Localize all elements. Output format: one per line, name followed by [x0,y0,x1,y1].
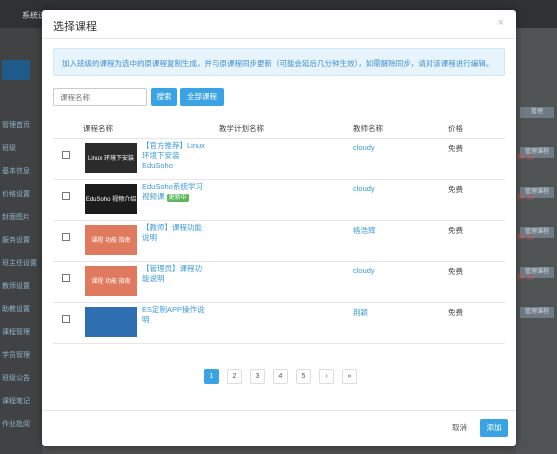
background-sidebar-item: 课程笔记 [2,398,30,405]
course-price: 免费 [448,308,463,317]
teacher-name-link[interactable]: 格浩辉 [353,225,376,236]
course-row: ES定制APP操作说明 荆颖 免费 [53,303,505,344]
background-sidebar-item: 基本信息 [2,168,30,175]
background-sidebar-item: 封面图片 [2,214,30,221]
column-header-course: 课程名称 [83,124,113,133]
background-sidebar-item: 助教设置 [2,306,30,313]
select-course-modal: 选择课程 × 加入班级的课程为选中的原课程复制生成，并与原课程同步更新（可能会延… [42,10,516,446]
pagination-item[interactable]: » [342,369,357,384]
course-name-search-input[interactable] [53,88,147,106]
course-price: 免费 [448,267,463,276]
modal-header: 选择课程 × [42,10,516,39]
background-sidebar-item: 班级公告 [2,375,30,382]
course-price: 免费 [448,185,463,194]
sync-notice: 加入班级的课程为选中的原课程复制生成，并与原课程同步更新（可能会延后几分钟生效）… [53,48,505,76]
background-sidebar-item: 作业批阅 [2,421,30,428]
course-thumbnail-text: EduSoho 视频介绍 [85,197,137,203]
course-name-link[interactable]: ES定制APP操作说明 [142,305,208,325]
background-sidebar-item: 教师设置 [2,283,30,290]
teacher-name-link[interactable]: 荆颖 [353,307,368,318]
course-row: Linux 环境下安装 【官方推荐】Linux环境下安装EduSoho cloudy… [53,139,505,180]
background-sidebar-item: 班主任设置 [2,260,37,267]
course-thumbnail: EduSoho 视频介绍 [85,184,137,214]
course-row: 课程 功能 指南 【教师】课程功能说明 格浩辉 免费 [53,221,505,262]
background-sidebar-item: 学员管理 [2,352,30,359]
background-manage-button: 管理课程 [520,307,554,318]
course-checkbox[interactable] [62,233,70,241]
course-name-text: 【管理员】课程功能说明 [142,264,202,283]
modal-title: 选择课程 [53,21,97,33]
course-checkbox[interactable] [62,151,70,159]
course-name-link[interactable]: 【教师】课程功能说明 [142,223,208,243]
course-row: EduSoho 视频介绍 EduSoho系统学习视频课 更新中 cloudy 免费 [53,180,505,221]
status-badge: 更新中 [166,194,189,202]
background-logo [2,60,30,80]
course-thumbnail-text: 课程 功能 指南 [91,238,131,244]
course-thumbnail [85,307,137,337]
background-sidebar-item: 班级 [2,145,16,152]
course-name-link[interactable]: 【管理员】课程功能说明 [142,264,208,284]
pagination-item[interactable]: 1 [204,369,219,384]
pagination-item[interactable]: 3 [250,369,265,384]
course-checkbox[interactable] [62,274,70,282]
course-name-text: 【官方推荐】Linux环境下安装EduSoho [142,141,205,170]
course-name-text: ES定制APP操作说明 [142,305,205,324]
cancel-button[interactable]: 取消 [452,422,467,433]
course-thumbnail: 课程 功能 指南 [85,225,137,255]
background-sidebar-item: 服务设置 [2,237,30,244]
course-checkbox[interactable] [62,315,70,323]
column-header-price: 价格 [448,124,463,133]
course-name-link[interactable]: EduSoho系统学习视频课 更新中 [142,182,208,202]
course-thumbnail: Linux 环境下安装 [85,143,137,173]
column-header-teacher: 教师名称 [353,124,383,133]
footer-divider [42,410,516,411]
course-checkbox[interactable] [62,192,70,200]
search-button[interactable]: 搜索 [151,88,177,106]
background-price: 90 元 [517,234,534,241]
teacher-name-link[interactable]: cloudy [353,143,375,152]
teacher-name-link[interactable]: cloudy [353,266,375,275]
background-price: 90 元 [517,154,534,161]
pagination-item[interactable]: 5 [296,369,311,384]
pagination-item[interactable]: › [319,369,334,384]
teacher-name-link[interactable]: cloudy [353,184,375,193]
background-sidebar-item: 课程管理 [2,329,30,336]
background-price: 90 元 [517,274,534,281]
course-thumbnail-text: Linux 环境下安装 [87,156,134,162]
course-name-link[interactable]: 【官方推荐】Linux环境下安装EduSoho [142,141,208,171]
background-sidebar-item: 价格设置 [2,191,30,198]
column-header-plan: 教学计划名称 [219,124,264,133]
pagination-item[interactable]: 4 [273,369,288,384]
course-row: 课程 功能 指南 【管理员】课程功能说明 cloudy 免费 [53,262,505,303]
background-manage-button: 管理 [520,107,554,118]
course-price: 免费 [448,226,463,235]
add-button[interactable]: 添加 [480,419,508,437]
course-thumbnail-text: 课程 功能 指南 [91,279,131,285]
background-price: 90 元 [517,194,534,201]
course-price: 免费 [448,144,463,153]
course-name-text: 【教师】课程功能说明 [142,223,202,242]
background-sidebar-item: 管理首页 [2,122,30,129]
course-thumbnail: 课程 功能 指南 [85,266,137,296]
close-icon[interactable]: × [498,17,504,29]
pagination-item[interactable]: 2 [227,369,242,384]
all-courses-button[interactable]: 全部课程 [180,88,224,106]
